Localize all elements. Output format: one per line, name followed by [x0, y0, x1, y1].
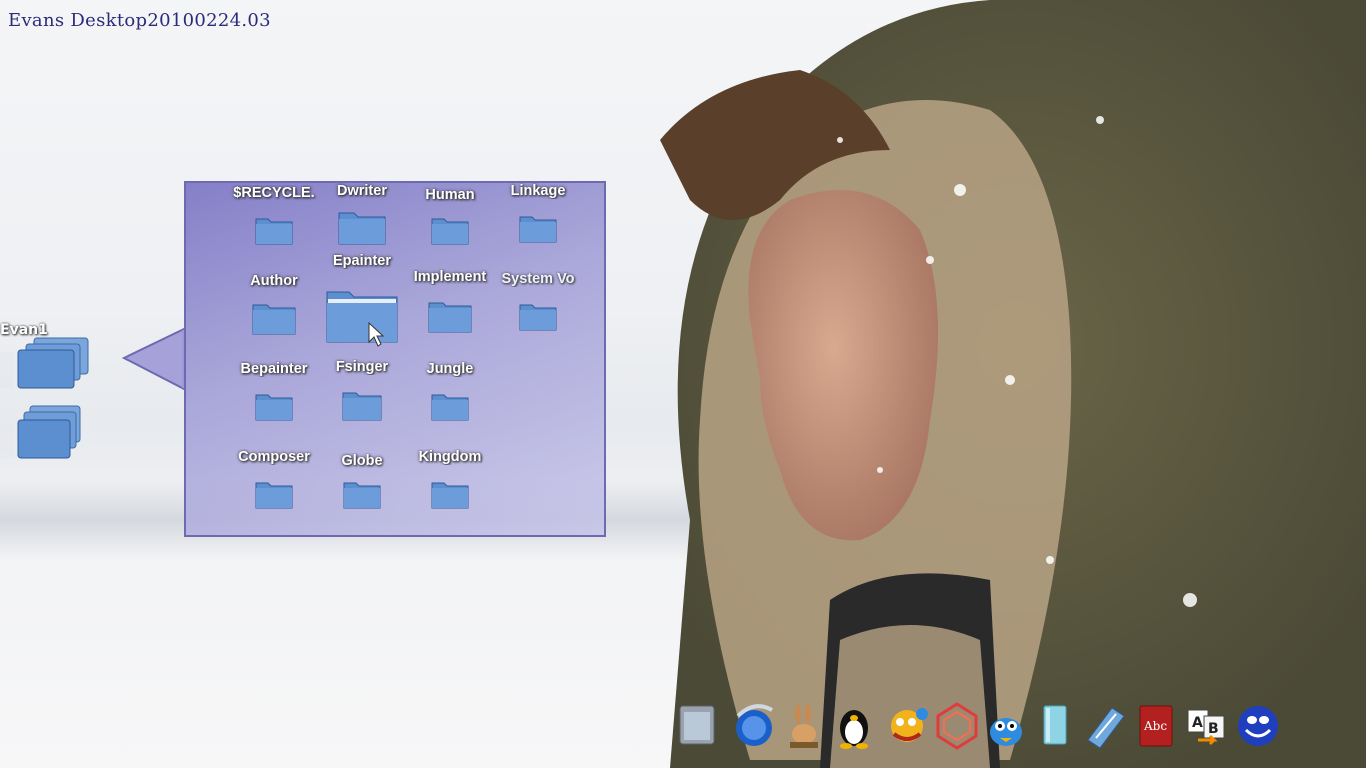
folder-icon [431, 218, 469, 245]
folder-icon [342, 392, 382, 421]
folder-label: Epainter [332, 253, 391, 269]
folder-icon [255, 482, 293, 509]
dock-item-notepad[interactable] [1034, 700, 1082, 752]
folder-icon [326, 291, 398, 343]
folder-icon [255, 394, 293, 421]
dock-item-blue-bird[interactable] [982, 700, 1030, 752]
folder-kingdom[interactable]: Kingdom [406, 449, 494, 529]
folder-icon [338, 212, 386, 245]
penguin-icon [840, 710, 868, 749]
folder-human[interactable]: Human [406, 187, 494, 267]
blue-bird-icon [990, 718, 1022, 746]
folder-label: Implement [413, 269, 487, 285]
dock-item-cabinet[interactable] [674, 700, 722, 752]
folder-icon [252, 304, 296, 335]
folder-label: System Vo [501, 271, 575, 287]
rabbit-icon [790, 704, 818, 748]
folder-label: Globe [341, 453, 383, 469]
folder-recycle[interactable]: $RECYCLE. [230, 185, 318, 265]
folder-jungle[interactable]: Jungle [406, 361, 494, 441]
folder-icon [255, 218, 293, 245]
folder-label: Jungle [426, 361, 474, 377]
folder-dwriter[interactable]: Dwriter [318, 183, 406, 263]
blue-smiley-icon [1238, 706, 1278, 746]
dock-item-pen-tablet[interactable] [1082, 700, 1130, 752]
dock-item-red-polygon[interactable] [934, 700, 982, 752]
svg-text:A: A [1192, 715, 1203, 731]
folder-author[interactable]: Author [230, 273, 318, 353]
folder-label: Human [425, 187, 475, 203]
red-polygon-icon [936, 702, 978, 750]
folder-bepainter[interactable]: Bepainter [230, 361, 318, 441]
folder-globe[interactable]: Globe [318, 453, 406, 533]
dock: Abc AB [670, 700, 1290, 760]
folder-icon [431, 482, 469, 509]
folder-implement[interactable]: Implement [406, 269, 494, 349]
folder-icon [428, 302, 472, 333]
folder-label: Kingdom [418, 449, 482, 465]
folder-composer[interactable]: Composer [230, 449, 318, 529]
folder-label: Dwriter [337, 183, 387, 199]
dock-item-blue-orb[interactable] [730, 700, 778, 752]
blue-orb-icon [736, 704, 773, 746]
popup-pointer [122, 326, 186, 392]
stack-label: Evan1 [0, 322, 48, 338]
dock-item-dj-character[interactable] [882, 700, 930, 752]
folder-label: $RECYCLE. [233, 185, 315, 201]
folder-system-volume[interactable]: System Vo [494, 271, 582, 351]
dock-item-ab-translate[interactable]: AB [1184, 700, 1232, 752]
folder-popup: $RECYCLE. Dwriter Human Linkage Author E… [184, 181, 606, 537]
dock-item-rabbit[interactable] [782, 700, 830, 752]
notepad-icon [1043, 705, 1067, 745]
folder-linkage[interactable]: Linkage [494, 183, 582, 263]
mouse-cursor-icon [368, 322, 384, 347]
folder-fsinger[interactable]: Fsinger [318, 359, 406, 439]
ab-translate-icon: AB [1187, 709, 1225, 746]
dock-item-blue-smiley[interactable] [1234, 700, 1282, 752]
abc-book-icon: Abc [1139, 705, 1173, 747]
folder-epainter[interactable]: Epainter [318, 253, 406, 343]
folder-stack-icon [0, 405, 81, 459]
dock-item-penguin[interactable] [832, 700, 880, 752]
folder-label: Author [250, 273, 298, 289]
dj-character-icon [891, 708, 928, 742]
stack-evan1[interactable]: Evan1 [0, 322, 89, 389]
stack-unnamed[interactable] [0, 402, 81, 462]
dock-item-abc-book[interactable]: Abc [1134, 700, 1182, 752]
wallpaper-person [660, 0, 1366, 768]
folder-icon [343, 482, 381, 509]
pen-tablet-icon [1087, 707, 1125, 749]
folder-label: Composer [238, 449, 310, 465]
folder-icon [519, 304, 557, 331]
svg-text:Abc: Abc [1143, 719, 1167, 733]
cabinet-icon [679, 705, 715, 745]
folder-icon [519, 216, 557, 243]
desktop-title: Evans Desktop20100224.03 [8, 10, 271, 31]
folder-label: Bepainter [240, 361, 308, 377]
folder-icon [431, 394, 469, 421]
folder-label: Linkage [510, 183, 566, 199]
folder-label: Fsinger [335, 359, 389, 375]
svg-text:B: B [1208, 721, 1219, 737]
